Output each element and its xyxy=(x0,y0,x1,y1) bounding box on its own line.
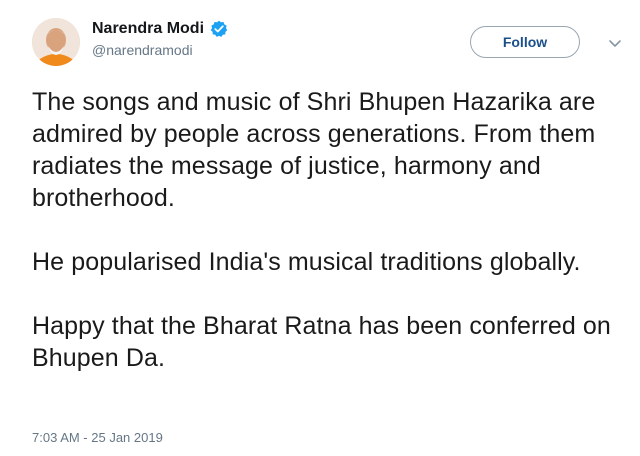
avatar[interactable] xyxy=(32,18,80,66)
tweet-paragraph: He popularised India's musical tradition… xyxy=(32,248,581,276)
timestamp[interactable]: 7:03 AM - 25 Jan 2019 xyxy=(32,430,163,445)
author-names: Narendra Modi @narendramodi xyxy=(92,20,228,58)
chevron-down-icon[interactable] xyxy=(608,36,622,47)
tweet-card: Narendra Modi @narendramodi Follow The s… xyxy=(0,0,640,456)
handle[interactable]: @narendramodi xyxy=(92,42,228,58)
tweet-paragraph: Happy that the Bharat Ratna has been con… xyxy=(32,312,611,372)
avatar-image xyxy=(32,18,80,66)
display-name[interactable]: Narendra Modi xyxy=(92,20,204,38)
tweet-header: Narendra Modi @narendramodi Follow xyxy=(32,16,622,72)
tweet-text: The songs and music of Shri Bhupen Hazar… xyxy=(32,86,612,374)
follow-button[interactable]: Follow xyxy=(470,26,580,58)
tweet-paragraph: The songs and music of Shri Bhupen Hazar… xyxy=(32,88,596,212)
verified-badge-icon xyxy=(210,20,228,38)
display-name-row: Narendra Modi xyxy=(92,20,228,38)
